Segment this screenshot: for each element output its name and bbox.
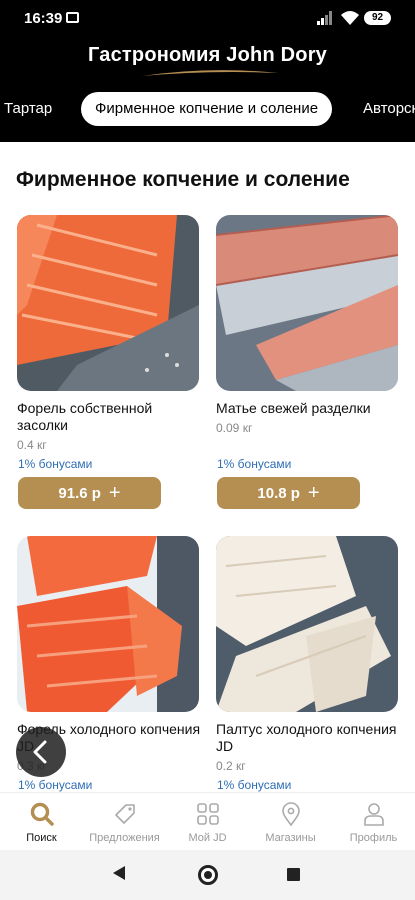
product-weight: 0.09 кг bbox=[216, 421, 253, 435]
nav-profile[interactable]: Профиль bbox=[332, 801, 415, 844]
nav-my-jd[interactable]: Мой JD bbox=[166, 801, 249, 844]
add-to-cart-button[interactable]: 10.8 р + bbox=[217, 477, 360, 509]
product-name: Форель собственной засолки bbox=[17, 400, 153, 433]
product-card[interactable]: Палтус холодного копчения JD 0.2 кг 1% б… bbox=[216, 536, 401, 792]
product-bonus: 1% бонусами bbox=[18, 778, 93, 792]
system-back-icon[interactable] bbox=[113, 866, 125, 880]
back-button[interactable] bbox=[16, 727, 66, 777]
nav-offers[interactable]: Предложения bbox=[83, 801, 166, 844]
message-icon bbox=[66, 12, 79, 23]
plus-icon: + bbox=[307, 482, 320, 504]
product-bonus: 1% бонусами bbox=[18, 457, 93, 471]
battery-indicator: 92 bbox=[364, 11, 391, 25]
status-bar: 16:39 92 bbox=[0, 0, 415, 38]
nav-label: Мой JD bbox=[188, 832, 227, 844]
nav-label: Предложения bbox=[89, 832, 160, 844]
bottom-nav: Поиск Предложения Мой JD Магазины Профил… bbox=[0, 792, 415, 850]
signal-icon bbox=[317, 11, 332, 25]
nav-label: Магазины bbox=[265, 832, 316, 844]
nav-stores[interactable]: Магазины bbox=[249, 801, 332, 844]
price-label: 91.6 р bbox=[58, 484, 101, 502]
plus-icon: + bbox=[108, 482, 121, 504]
product-bonus: 1% бонусами bbox=[217, 778, 292, 792]
app-header: 16:39 92 Гастрономия John Dory Тартар Фи… bbox=[0, 0, 415, 142]
tab-tartar[interactable]: Тартар bbox=[4, 92, 52, 126]
user-icon bbox=[363, 803, 384, 826]
salted-trout-photo bbox=[17, 215, 199, 391]
grid-icon bbox=[196, 803, 219, 825]
system-nav-bar bbox=[0, 850, 415, 900]
product-bonus: 1% бонусами bbox=[217, 457, 292, 471]
product-weight: 0.2 кг bbox=[216, 759, 246, 773]
tab-author[interactable]: Авторск bbox=[363, 92, 415, 126]
app-title: Гастрономия John Dory bbox=[88, 44, 327, 66]
wifi-icon bbox=[341, 11, 359, 25]
product-card[interactable]: Матье свежей разделки 0.09 кг 1% бонусам… bbox=[216, 215, 401, 509]
matjes-herring-photo bbox=[216, 215, 398, 391]
system-home-icon[interactable] bbox=[198, 865, 218, 885]
section-title: Фирменное копчение и соление bbox=[16, 168, 350, 191]
product-name: Матье свежей разделки bbox=[216, 400, 371, 416]
chevron-left-icon bbox=[33, 740, 47, 764]
product-weight: 0.4 кг bbox=[17, 438, 47, 452]
product-name: Палтус холодного копчения JD bbox=[216, 721, 397, 754]
search-icon bbox=[30, 802, 54, 826]
nav-label: Профиль bbox=[349, 832, 398, 844]
price-label: 10.8 р bbox=[257, 484, 300, 502]
cold-smoked-halibut-photo bbox=[216, 536, 398, 712]
system-recents-icon[interactable] bbox=[287, 868, 300, 881]
cold-smoked-trout-photo bbox=[17, 536, 199, 712]
category-tabs: Тартар Фирменное копчение и соление Авто… bbox=[0, 92, 415, 128]
add-to-cart-button[interactable]: 91.6 р + bbox=[18, 477, 161, 509]
nav-label: Поиск bbox=[26, 832, 57, 844]
location-pin-icon bbox=[281, 802, 300, 827]
product-card[interactable]: Форель собственной засолки 0.4 кг 1% бон… bbox=[17, 215, 202, 509]
tab-smoking-salting[interactable]: Фирменное копчение и соление bbox=[81, 92, 333, 126]
tag-icon bbox=[114, 804, 135, 824]
nav-search[interactable]: Поиск bbox=[0, 801, 83, 844]
status-time: 16:39 bbox=[24, 10, 63, 27]
brand-swoosh-logo bbox=[142, 70, 278, 76]
